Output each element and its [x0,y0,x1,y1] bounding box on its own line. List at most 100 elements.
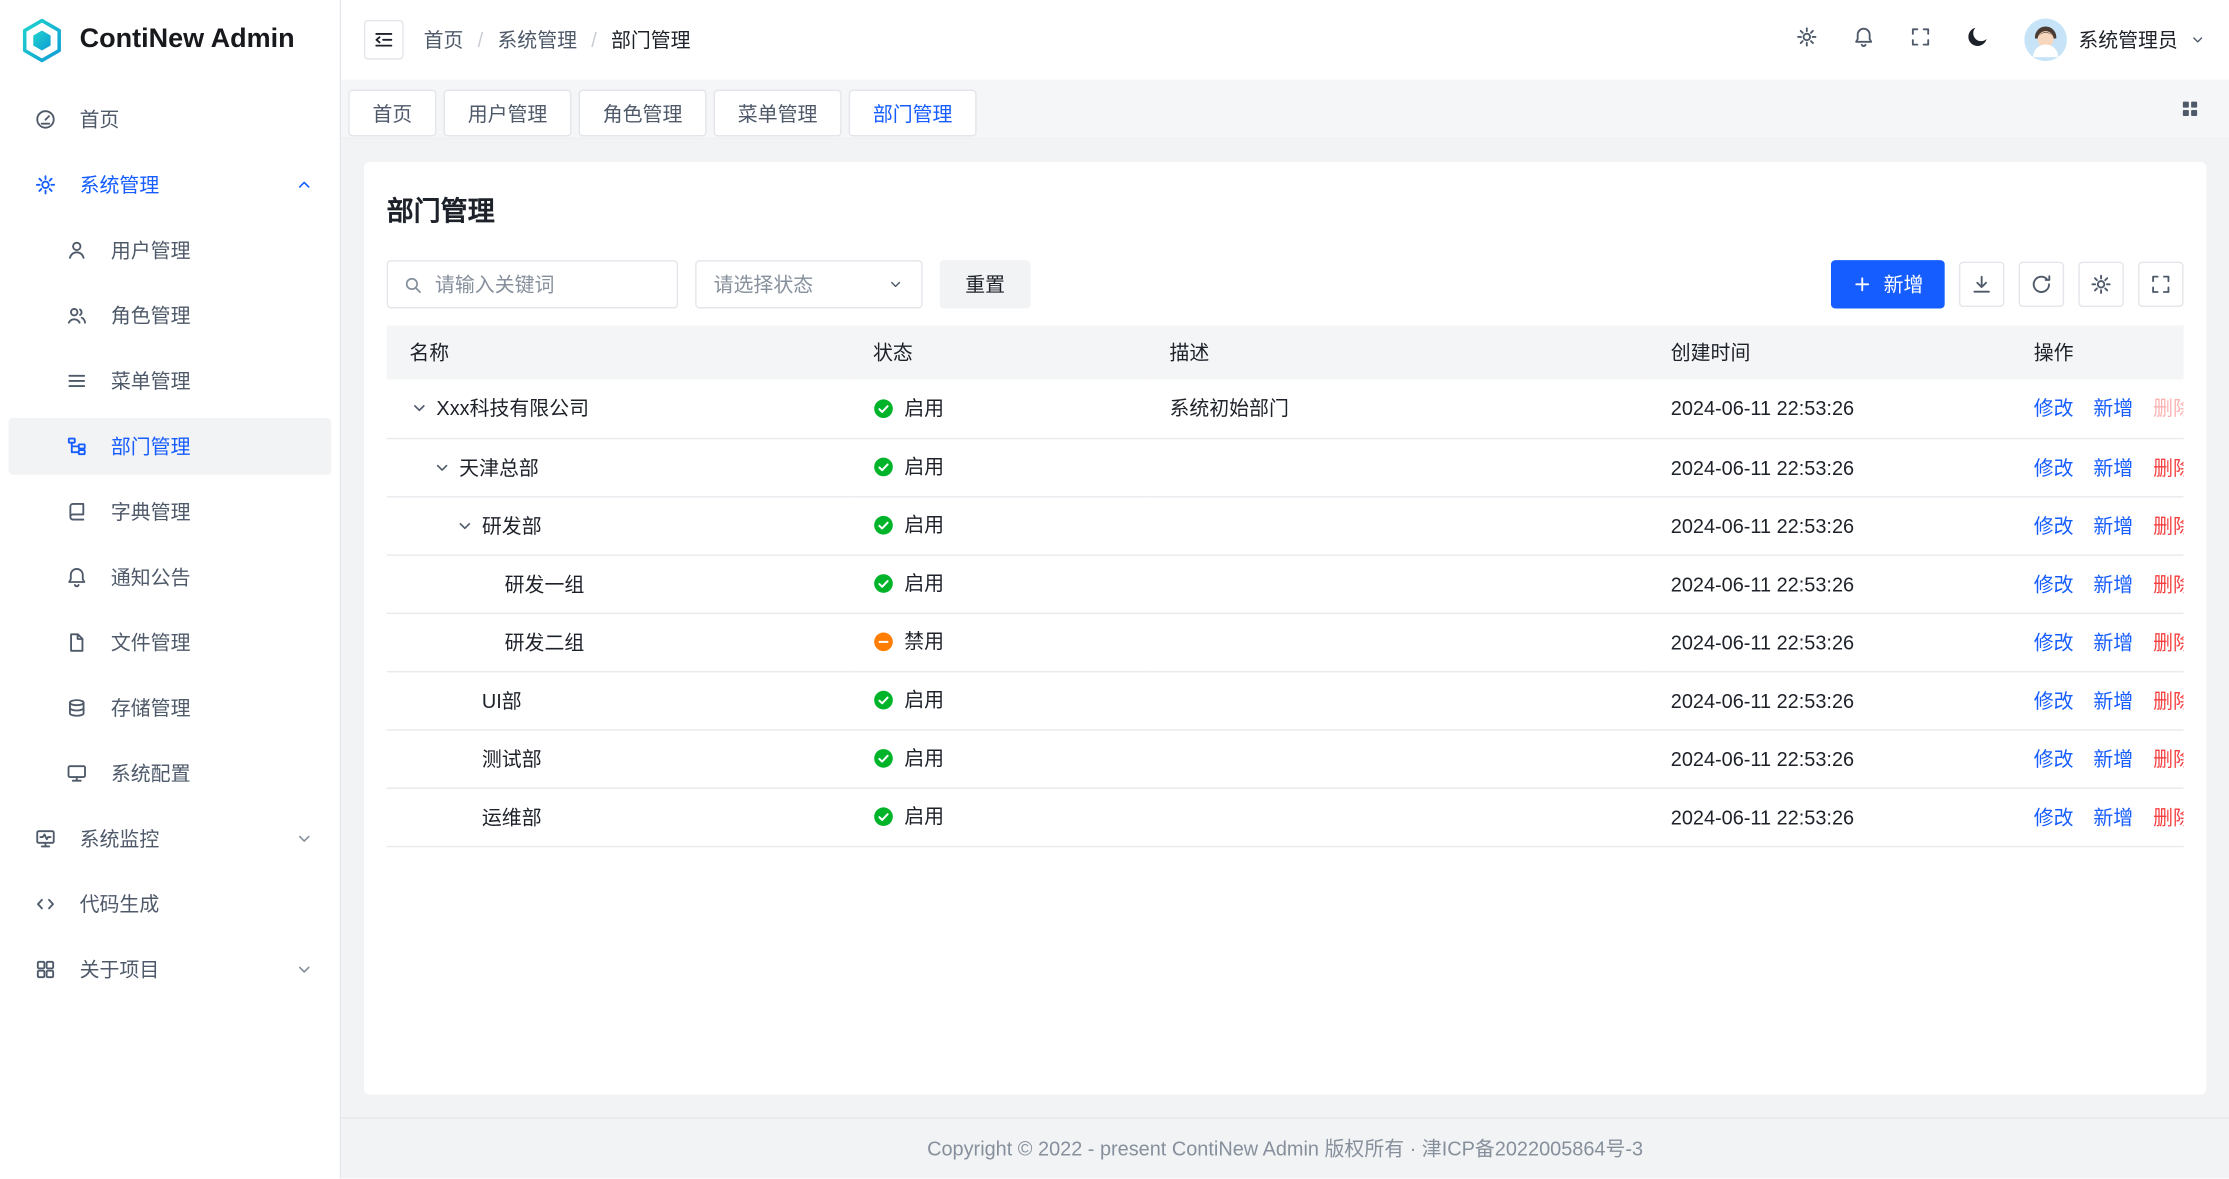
check-circle-icon [873,747,894,768]
tab[interactable]: 菜单管理 [714,90,842,137]
column-header: 描述 [1147,326,1648,380]
sidebar-item[interactable]: 代码生成 [9,876,332,933]
reset-button[interactable]: 重置 [940,260,1031,308]
status-badge: 启用 [873,452,944,480]
bell-button[interactable] [1852,25,1875,55]
status-badge: 禁用 [873,627,944,655]
sidebar-subitem[interactable]: 角色管理 [9,287,332,344]
add-child-link[interactable]: 新增 [2093,397,2133,420]
delete-link[interactable]: 删除 [2153,514,2183,537]
check-circle-icon [873,689,894,710]
sidebar-item-label: 系统监控 [80,825,272,853]
sidebar-subitem[interactable]: 菜单管理 [9,353,332,410]
breadcrumb-separator: / [478,28,484,51]
grid-icon [34,958,57,981]
sidebar-subitem[interactable]: 用户管理 [9,222,332,279]
sidebar-subitem[interactable]: 存储管理 [9,680,332,737]
tab[interactable]: 角色管理 [579,90,707,137]
delete-link[interactable]: 删除 [2153,630,2183,653]
department-table: 名称状态描述创建时间操作 Xxx科技有限公司 启用 系统初始部门 2024-06… [387,326,2184,847]
tab[interactable]: 首页 [348,90,436,137]
sidebar-item[interactable]: 关于项目 [9,941,332,998]
tree-indent [409,641,477,642]
sidebar-subitem-label: 角色管理 [111,301,314,329]
add-child-link[interactable]: 新增 [2093,689,2133,712]
delete-link[interactable]: 删除 [2153,456,2183,479]
edit-link[interactable]: 修改 [2034,514,2074,537]
edit-link[interactable]: 修改 [2034,630,2074,653]
sidebar-item[interactable]: 首页 [9,91,332,148]
bell-icon [65,566,88,589]
download-button[interactable] [1959,262,2004,307]
tab-list-button[interactable] [2169,88,2209,128]
sidebar-subitem-label: 用户管理 [111,236,314,264]
edit-link[interactable]: 修改 [2034,689,2074,712]
row-expand-chevron-down-icon[interactable] [455,515,475,535]
edit-link[interactable]: 修改 [2034,805,2074,828]
sidebar-item[interactable]: 系统管理 [9,156,332,213]
menu-fold-icon [372,28,395,51]
status-badge: 启用 [873,744,944,772]
breadcrumb-item[interactable]: 系统管理 [497,26,577,54]
app-logo[interactable]: ContiNew Admin [0,0,340,80]
bell-icon [1852,25,1875,48]
breadcrumb-item[interactable]: 部门管理 [611,26,691,54]
user-name: 系统管理员 [2078,26,2178,54]
sidebar-subitem[interactable]: 系统配置 [9,745,332,802]
status-select[interactable]: 请选择状态 [695,260,922,308]
column-header: 名称 [387,326,851,380]
table-body: Xxx科技有限公司 启用 系统初始部门 2024-06-11 22:53:26 … [387,380,2184,846]
tab[interactable]: 用户管理 [444,90,572,137]
delete-link[interactable]: 删除 [2153,397,2183,420]
add-child-link[interactable]: 新增 [2093,514,2133,537]
sidebar-item[interactable]: 系统监控 [9,810,332,867]
sidebar-subitem[interactable]: 字典管理 [9,483,332,540]
edit-link[interactable]: 修改 [2034,747,2074,770]
tab[interactable]: 部门管理 [849,90,977,137]
department-description [1147,613,1648,671]
storage-icon [65,697,88,720]
column-header: 状态 [850,326,1146,380]
settings-button[interactable] [2078,262,2123,307]
delete-link[interactable]: 删除 [2153,805,2183,828]
desktop-icon [65,762,88,785]
table-toolbar-actions: 新增 [1831,260,2184,308]
fullscreen-button[interactable] [1909,25,1932,55]
sidebar-subitem[interactable]: 部门管理 [9,418,332,475]
user-menu[interactable]: 系统管理员 [2024,18,2206,61]
sidebar-subitem-label: 通知公告 [111,563,314,591]
edit-link[interactable]: 修改 [2034,572,2074,595]
department-name: Xxx科技有限公司 [436,394,589,422]
row-expand-chevron-down-icon[interactable] [432,457,452,477]
add-child-link[interactable]: 新增 [2093,747,2133,770]
edit-link[interactable]: 修改 [2034,456,2074,479]
sidebar-subitem[interactable]: 通知公告 [9,549,332,606]
add-child-link[interactable]: 新增 [2093,456,2133,479]
column-header: 创建时间 [1648,326,2011,380]
delete-link[interactable]: 删除 [2153,747,2183,770]
add-child-link[interactable]: 新增 [2093,630,2133,653]
row-expand-chevron-down-icon[interactable] [409,398,429,418]
sidebar-collapse-button[interactable] [364,20,404,60]
chevron-down-icon [294,960,314,980]
moon-icon [1966,24,1990,48]
add-child-link[interactable]: 新增 [2093,805,2133,828]
fullscreen-button[interactable] [2138,262,2183,307]
refresh-button[interactable] [2019,262,2064,307]
delete-link[interactable]: 删除 [2153,689,2183,712]
sidebar-subitem[interactable]: 文件管理 [9,614,332,671]
add-button[interactable]: 新增 [1831,260,1945,308]
department-description: 系统初始部门 [1147,380,1648,438]
edit-link[interactable]: 修改 [2034,397,2074,420]
search-input[interactable] [435,273,662,296]
add-child-link[interactable]: 新增 [2093,572,2133,595]
status-badge: 启用 [873,802,944,830]
search-icon [402,274,423,295]
org-tree-icon [65,435,88,458]
moon-button[interactable] [1966,24,1990,55]
settings-button[interactable] [1795,25,1818,55]
breadcrumb-item[interactable]: 首页 [424,26,464,54]
table-row: 研发二组 禁用 2024-06-11 22:53:26 修改新增删除 [387,613,2184,671]
breadcrumb: 首页/系统管理/部门管理 [424,26,691,54]
delete-link[interactable]: 删除 [2153,572,2183,595]
